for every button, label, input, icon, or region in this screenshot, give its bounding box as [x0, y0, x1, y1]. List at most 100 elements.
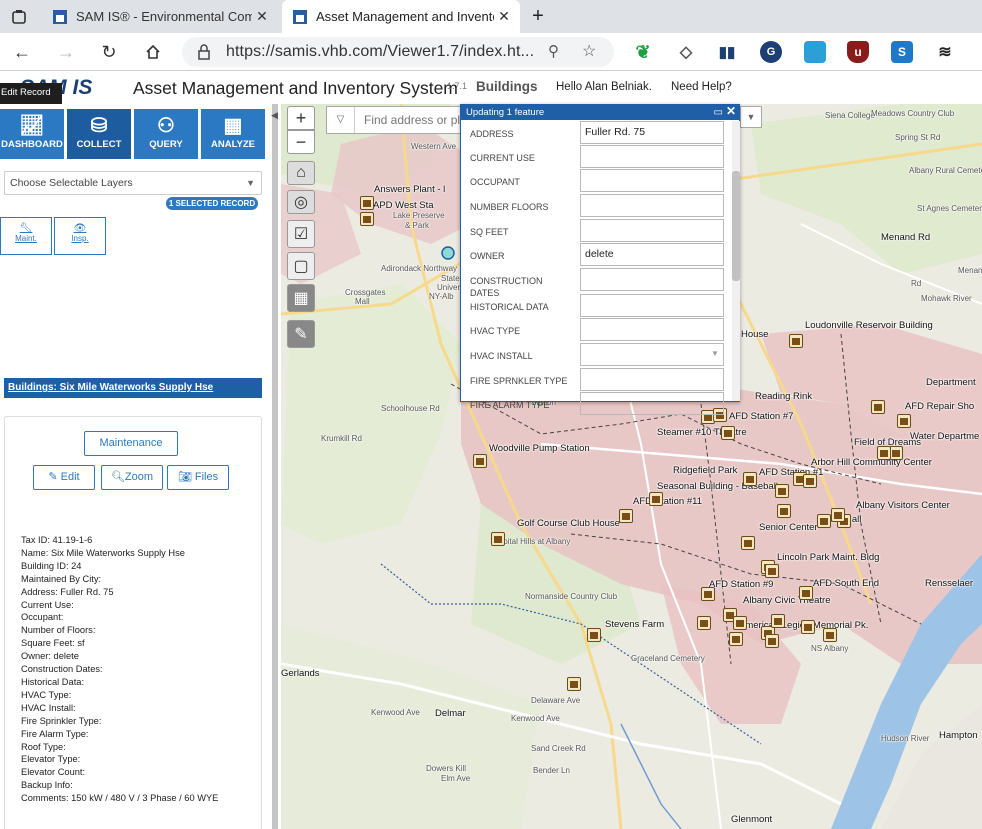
building-marker-icon[interactable]	[877, 446, 891, 460]
building-marker-icon[interactable]	[897, 414, 911, 428]
close-tab-icon[interactable]: ✕	[494, 8, 514, 25]
dashboard-button[interactable]: 📈︎ DASHBOARD	[0, 109, 64, 159]
selectable-layers-dropdown[interactable]: Choose Selectable Layers ▼	[4, 171, 262, 195]
building-marker-icon[interactable]	[619, 509, 633, 523]
building-marker-icon[interactable]	[721, 426, 735, 440]
building-marker-icon[interactable]	[473, 454, 487, 468]
building-marker-icon[interactable]	[587, 628, 601, 642]
zoom-icon[interactable]: ⚲	[548, 42, 559, 60]
evernote-extension-icon[interactable]: ❦	[632, 41, 654, 63]
building-marker-icon[interactable]	[799, 586, 813, 600]
ublock-extension-icon[interactable]: u	[847, 41, 869, 63]
building-marker-icon[interactable]	[701, 587, 715, 601]
locate-button[interactable]: ◎	[287, 190, 315, 214]
maximize-icon[interactable]: ▭	[714, 105, 723, 120]
close-icon[interactable]: ✕	[726, 104, 736, 119]
maintenance-button[interactable]: Maintenance	[84, 431, 178, 456]
building-marker-icon[interactable]	[491, 532, 505, 546]
grammarly-extension-icon[interactable]: G	[760, 41, 782, 63]
field-input[interactable]	[580, 145, 724, 168]
building-marker-icon[interactable]	[360, 212, 374, 226]
building-marker-icon[interactable]	[765, 564, 779, 578]
building-marker-icon[interactable]	[775, 484, 789, 498]
home-icon[interactable]	[140, 39, 166, 65]
building-marker-icon[interactable]	[771, 614, 785, 628]
reading-extension-icon[interactable]: ▮▮	[716, 41, 738, 63]
building-marker-icon[interactable]	[360, 196, 374, 210]
building-marker-icon[interactable]	[649, 492, 663, 506]
new-tab-button[interactable]: +	[526, 0, 550, 33]
building-marker-icon[interactable]	[801, 620, 815, 634]
skype-extension-icon[interactable]: S	[891, 41, 913, 63]
building-marker-icon[interactable]	[817, 514, 831, 528]
reload-icon[interactable]: ↻	[96, 39, 122, 65]
building-marker-icon[interactable]	[831, 508, 845, 522]
building-marker-icon[interactable]	[777, 504, 791, 518]
field-input[interactable]	[580, 169, 724, 192]
search-input[interactable]: Find address or pla	[364, 107, 467, 133]
pocket-extension-icon[interactable]: ◇	[675, 41, 697, 63]
address-search[interactable]: ▽ Find address or pla	[326, 106, 468, 134]
building-marker-icon[interactable]	[729, 632, 743, 646]
popup-title: Updating 1 feature	[466, 107, 545, 118]
panel-splitter[interactable]: ◀	[271, 104, 281, 829]
building-marker-icon[interactable]	[697, 616, 711, 630]
building-marker-icon[interactable]	[823, 628, 837, 642]
field-input[interactable]	[580, 268, 724, 291]
building-marker-icon[interactable]	[567, 677, 581, 691]
field-input[interactable]	[580, 318, 724, 341]
analyze-button[interactable]: ▦ ANALYZE	[201, 109, 265, 159]
collapse-arrow-icon[interactable]: ◀	[271, 110, 278, 121]
zoom-in-button[interactable]: +	[287, 106, 315, 130]
measure-tool-button[interactable]: ✎	[287, 320, 315, 348]
search-dropdown-button[interactable]: ▼	[740, 106, 762, 128]
wrench-icon: 🔧︎	[19, 223, 33, 234]
tab-list-icon[interactable]	[2, 0, 36, 33]
zoom-button[interactable]: 🔍︎Zoom	[101, 465, 163, 490]
back-arrow-icon[interactable]: ←	[9, 39, 35, 65]
building-marker-icon[interactable]	[743, 472, 757, 486]
url-field[interactable]: https://samis.vhb.com/Viewer1.7/index.ht…	[182, 37, 614, 67]
insp-button[interactable]: 👁︎ Insp.	[54, 217, 106, 255]
forward-arrow-icon[interactable]: →	[53, 39, 79, 65]
clear-selection-button[interactable]: ▢	[287, 252, 315, 280]
building-marker-icon[interactable]	[889, 446, 903, 460]
building-marker-icon[interactable]	[765, 634, 779, 648]
field-input[interactable]	[580, 343, 724, 366]
basemap-gallery-button[interactable]: ▦	[287, 284, 315, 312]
query-button[interactable]: ⚇ QUERY	[134, 109, 198, 159]
building-marker-icon[interactable]	[789, 334, 803, 348]
field-input[interactable]	[580, 294, 724, 317]
building-marker-icon[interactable]	[871, 400, 885, 414]
field-input[interactable]: Fuller Rd. 75	[580, 121, 724, 144]
field-input[interactable]	[580, 392, 724, 415]
building-marker-icon[interactable]	[803, 474, 817, 488]
select-tool-button[interactable]: ☑	[287, 220, 315, 248]
files-button[interactable]: 📷︎ Files	[167, 465, 229, 490]
screenshot-extension-icon[interactable]	[804, 41, 826, 63]
building-marker-icon[interactable]	[741, 536, 755, 550]
field-input[interactable]	[580, 368, 724, 391]
zoom-out-button[interactable]: −	[287, 130, 315, 154]
edit-button[interactable]: ✎ Edit	[33, 465, 95, 490]
field-input[interactable]	[580, 194, 724, 217]
building-marker-icon[interactable]	[733, 616, 747, 630]
browser-tab-asset-management[interactable]: Asset Management and Inventor ✕	[282, 0, 520, 33]
user-greeting[interactable]: Hello Alan Belniak.	[556, 81, 652, 93]
add-favorite-icon[interactable]: ☆	[582, 41, 596, 61]
record-title-bar[interactable]: Buildings: Six Mile Waterworks Supply Hs…	[4, 378, 262, 398]
browser-tab-environmental[interactable]: SAM IS® - Environmental Comp ✕	[42, 0, 278, 33]
chevron-down-icon[interactable]: ▽	[327, 107, 355, 133]
field-input[interactable]	[580, 219, 724, 242]
maint-button[interactable]: 🔧︎ Maint.	[0, 217, 52, 255]
popup-scrollbar[interactable]	[732, 121, 740, 401]
attribute-row: Roof Type:	[21, 741, 66, 752]
home-extent-button[interactable]: ⌂	[287, 161, 315, 185]
collect-button[interactable]: ⛁ COLLECT	[67, 109, 131, 159]
map-label: Krumkill Rd	[321, 434, 362, 443]
layers-extension-icon[interactable]: ≋	[934, 41, 956, 63]
field-input[interactable]: delete	[580, 243, 724, 266]
chart-line-icon: 📈︎	[19, 115, 45, 137]
close-tab-icon[interactable]: ✕	[252, 8, 272, 25]
help-link[interactable]: Need Help?	[671, 81, 732, 93]
